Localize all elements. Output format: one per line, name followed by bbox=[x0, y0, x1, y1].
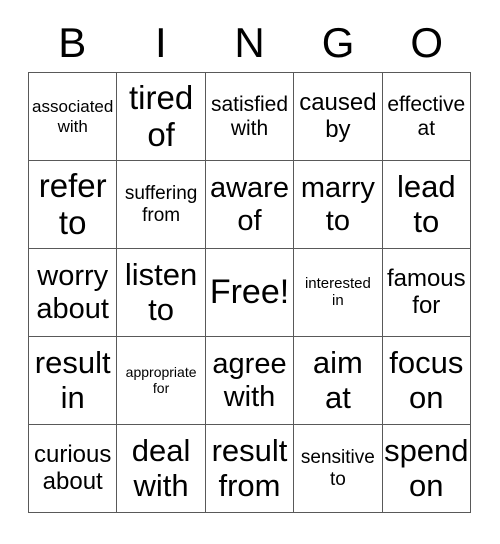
bingo-cell[interactable]: associated with bbox=[29, 73, 118, 161]
bingo-cell-text: marry to bbox=[300, 172, 375, 237]
bingo-cell-free[interactable]: Free! bbox=[205, 249, 295, 337]
bingo-cell-text: focus on bbox=[389, 344, 464, 415]
bingo-cell[interactable]: lead to bbox=[382, 161, 471, 249]
bingo-cell-text: associated with bbox=[32, 97, 114, 136]
bingo-cell[interactable]: suffering from bbox=[117, 161, 206, 249]
bingo-cell-text: caused by bbox=[299, 88, 377, 143]
bingo-cell-text: result in bbox=[34, 344, 111, 415]
bingo-cell[interactable]: appropriate for bbox=[117, 337, 206, 425]
bingo-cell-text: tired of bbox=[128, 78, 194, 153]
bingo-cell[interactable]: curious about bbox=[29, 425, 118, 513]
header-letter-i: I bbox=[155, 19, 167, 66]
bingo-cell[interactable]: deal with bbox=[117, 425, 206, 513]
bingo-cell-text: aware of bbox=[209, 172, 289, 237]
bingo-cell[interactable]: result from bbox=[205, 425, 295, 513]
bingo-cell[interactable]: result in bbox=[29, 337, 118, 425]
bingo-cell-text: lead to bbox=[396, 168, 456, 239]
bingo-cell[interactable]: spend on bbox=[382, 425, 471, 513]
bingo-cell[interactable]: aware of bbox=[205, 161, 295, 249]
bingo-cell-text: interested in bbox=[304, 274, 371, 309]
bingo-cell[interactable]: worry about bbox=[29, 249, 118, 337]
bingo-cell[interactable]: famous for bbox=[382, 249, 471, 337]
bingo-cell-text: effective at bbox=[387, 92, 466, 140]
bingo-free-space-text: Free! bbox=[209, 273, 290, 312]
bingo-cell-text: result from bbox=[211, 432, 288, 503]
bingo-cell[interactable]: marry to bbox=[294, 161, 383, 249]
bingo-cell[interactable]: effective at bbox=[382, 73, 471, 161]
bingo-cell-text: satisfied with bbox=[210, 92, 289, 140]
bingo-cell-text: suffering from bbox=[124, 183, 198, 226]
bingo-cell-text: spend on bbox=[384, 432, 469, 503]
bingo-cell[interactable]: refer to bbox=[29, 161, 118, 249]
header-letter-g: G bbox=[321, 19, 355, 66]
header-letter-b: B bbox=[58, 19, 87, 66]
bingo-cell-text: refer to bbox=[38, 166, 107, 241]
bingo-cell-text: appropriate for bbox=[125, 363, 197, 396]
bingo-cell-text: listen to bbox=[124, 256, 198, 327]
bingo-cell[interactable]: focus on bbox=[382, 337, 471, 425]
bingo-header: B I N G O bbox=[28, 14, 471, 72]
bingo-cell[interactable]: agree with bbox=[205, 337, 295, 425]
bingo-cell[interactable]: interested in bbox=[294, 249, 383, 337]
bingo-cell[interactable]: satisfied with bbox=[205, 73, 295, 161]
bingo-cell-text: famous for bbox=[386, 264, 466, 319]
bingo-cell-text: agree with bbox=[212, 348, 287, 413]
bingo-cell[interactable]: aim at bbox=[294, 337, 383, 425]
header-letter-o: O bbox=[410, 19, 443, 66]
bingo-card: B I N G O associated with tired of satis… bbox=[0, 0, 500, 544]
bingo-cell[interactable]: sensitive to bbox=[294, 425, 383, 513]
bingo-cell[interactable]: listen to bbox=[117, 249, 206, 337]
bingo-cell-text: curious about bbox=[34, 440, 112, 495]
bingo-cell[interactable]: caused by bbox=[294, 73, 383, 161]
bingo-cell-text: worry about bbox=[36, 260, 109, 325]
bingo-cell-text: deal with bbox=[131, 432, 191, 503]
bingo-cell-text: sensitive to bbox=[300, 447, 375, 490]
header-letter-n: N bbox=[234, 19, 265, 66]
bingo-cell[interactable]: tired of bbox=[117, 73, 206, 161]
bingo-grid: associated with tired of satisfied with … bbox=[28, 72, 471, 513]
bingo-cell-text: aim at bbox=[312, 344, 363, 415]
